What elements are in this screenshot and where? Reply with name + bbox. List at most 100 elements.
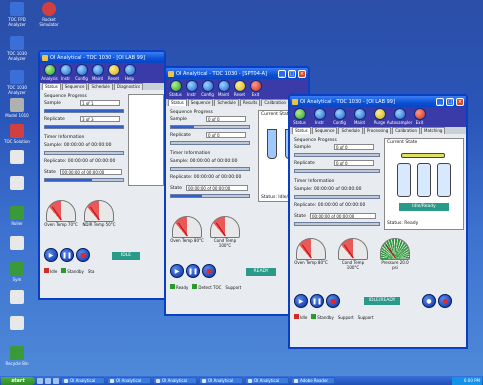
sample-progress-bar [44,109,124,113]
tab-status[interactable]: Status [42,83,61,90]
window-titlebar[interactable]: OI Analytical - TOC 1030 - [SPT04-A] _ □… [166,68,308,79]
tool-exit[interactable]: Exit [248,80,263,98]
maximize-button[interactable]: □ [446,97,454,106]
play-button[interactable]: ▶ [294,294,308,308]
desktop-icon-5[interactable]: Model 1010 [2,98,32,118]
tab-sequence[interactable]: Sequence [61,83,88,90]
taskbar-item[interactable]: OI Analytical [199,377,243,384]
tab-schedule[interactable]: Schedule [88,83,113,90]
control-row: ▶ ❚❚ ■ [170,264,216,278]
toolbar: Status Instr Config Maint Purge Autosamp… [290,107,466,127]
pause-button[interactable]: ❚❚ [310,294,324,308]
desktop-icon-13[interactable] [2,316,32,331]
tool-config[interactable]: Config [332,108,347,126]
toolbar: Analysis Instr Config Maint Reset Help [40,63,164,83]
taskbar-item[interactable]: OI Analytical [107,377,151,384]
reactor-icon [437,163,451,197]
instrument-diagram: Current State Idle/Ready Status: Ready [384,138,464,230]
desktop-icon-3[interactable]: TOC 1030 Analyzer [2,36,32,61]
footer-standby: Standby [317,315,334,320]
tool-analysis[interactable]: Analysis [41,64,58,82]
status-footer: Ready Detect TOC Support [170,284,241,290]
taskbar-item[interactable]: OI Analytical [61,377,105,384]
window-titlebar[interactable]: OI Analytical - TOC 1030 - [OI LAB 99] [40,52,164,63]
minimize-button[interactable]: _ [278,69,286,78]
maximize-button[interactable]: □ [288,69,296,78]
tab-diagnostics[interactable]: Diagnostics [113,83,144,90]
stop-button[interactable]: ■ [326,294,340,308]
desktop-icon-6[interactable]: TOC Solution [2,124,32,144]
tool-instr[interactable]: Instr [312,108,327,126]
stop-button[interactable]: ■ [76,248,90,262]
desktop-icon-12[interactable] [2,290,32,305]
tool-instr[interactable]: Instr [58,64,73,82]
tab-sequence[interactable]: Sequence [187,99,214,106]
emergency-button[interactable]: ● [438,294,452,308]
play-button[interactable]: ▶ [44,248,58,262]
tab-schedule[interactable]: Schedule [338,127,363,134]
desktop-icon-9[interactable]: Roller [2,206,32,226]
desktop-icon-1[interactable]: TOC FPD Analyzer [2,2,32,27]
system-tray-clock[interactable]: 6:00 PM [452,376,482,385]
timer-replicate: Replicate: 00:00:00 of 00:00:00 [170,175,242,180]
taskbar-item[interactable]: Adobe Reader [291,377,335,384]
footer-detect: Detect TOC [198,285,222,290]
tab-calibration[interactable]: Calibration [261,99,290,106]
tool-instr[interactable]: Instr [184,80,199,98]
timer-info-label: Timer Information [294,179,335,184]
tab-calibration[interactable]: Calibration [392,127,420,134]
tab-matching[interactable]: Matching [421,127,446,134]
tab-sequence[interactable]: Sequence [311,127,338,134]
tool-maint[interactable]: Maint [90,64,105,82]
window-titlebar[interactable]: OI Analytical - TOC 1030 - [OI LAB 99] _… [290,96,466,107]
desktop-icon-4[interactable]: TOC 1030 Analyzer [2,70,32,95]
tab-results[interactable]: Results [239,99,261,106]
stop-button[interactable]: ■ [202,264,216,278]
quicklaunch-icon[interactable] [53,377,59,384]
tool-config[interactable]: Config [74,64,89,82]
taskbar-item[interactable]: OI Analytical [153,377,197,384]
start-button[interactable]: start [1,376,35,385]
replicate-progress-bar [294,169,380,173]
sample-label: Sample [170,117,187,122]
tool-maint[interactable]: Maint [216,80,231,98]
tool-exit[interactable]: Exit [412,108,427,126]
tab-status[interactable]: Status [168,99,187,106]
desktop-icon-11[interactable]: Sym [2,262,32,282]
tool-status[interactable]: Status [292,108,307,126]
secondary-controls: ● ● [422,294,452,308]
desktop-icon-2[interactable]: Rocket Simulator [34,2,64,27]
tool-purge[interactable]: Purge [372,108,387,126]
pause-button[interactable]: ❚❚ [186,264,200,278]
desktop-icon-10[interactable] [2,236,32,251]
pause-button[interactable]: ❚❚ [60,248,74,262]
sample-label: Sample [294,145,311,150]
close-button[interactable]: × [456,97,464,106]
analyzer-window-1[interactable]: OI Analytical - TOC 1030 - [OI LAB 99] A… [38,50,166,300]
tab-schedule[interactable]: Schedule [214,99,239,106]
document-icon [10,150,24,164]
quicklaunch-icon[interactable] [37,377,43,384]
tool-maint[interactable]: Maint [352,108,367,126]
tool-config[interactable]: Config [200,80,215,98]
tool-reset[interactable]: Reset [232,80,247,98]
tool-reset[interactable]: Reset [106,64,121,82]
footer-support-2: Support [357,314,374,320]
footer-standby: Standby [67,269,84,274]
status-panel: Sequence Progress Sample 0 of 0 Replicat… [290,134,466,347]
desktop-icon-8[interactable] [2,176,32,191]
tab-processing[interactable]: Processing [363,127,392,134]
quicklaunch-icon[interactable] [45,377,51,384]
minimize-button[interactable]: _ [436,97,444,106]
desktop-icon-14[interactable]: Recycle Bin [2,346,32,366]
tool-autosampler[interactable]: Autosampler [387,108,412,126]
sampler-button[interactable]: ● [422,294,436,308]
tool-status[interactable]: Status [168,80,183,98]
tool-help[interactable]: Help [122,64,137,82]
analyzer-window-3[interactable]: OI Analytical - TOC 1030 - [OI LAB 99] _… [288,94,468,349]
play-button[interactable]: ▶ [170,264,184,278]
desktop-icon-7[interactable] [2,150,32,165]
taskbar-item[interactable]: OI Analytical [245,377,289,384]
tab-status[interactable]: Status [292,127,311,134]
close-button[interactable]: × [298,69,306,78]
